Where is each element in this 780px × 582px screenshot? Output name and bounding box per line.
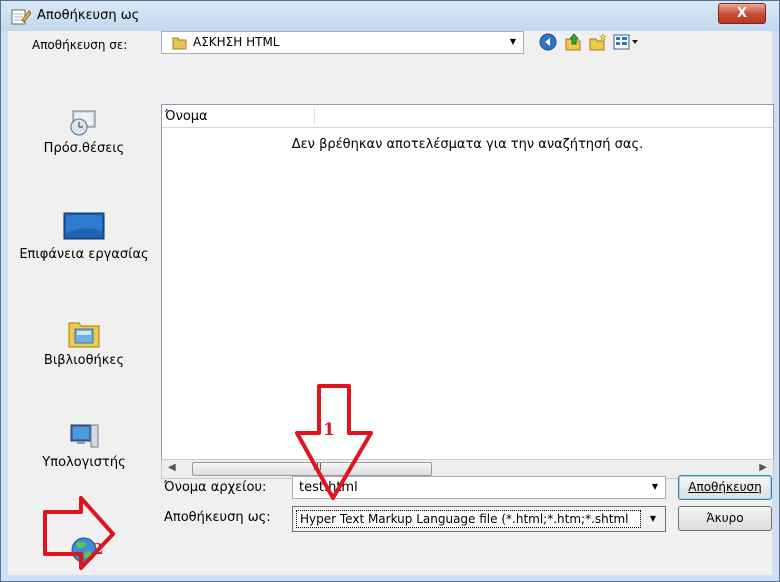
save-as-type-dropdown[interactable]: Hyper Text Markup Language file (*.html;… [292, 506, 666, 532]
place-label: Πρόσ.θέσεις [43, 141, 125, 156]
folder-icon [172, 37, 187, 50]
filename-value: test.html [299, 480, 358, 495]
place-computer[interactable]: Υπολογιστής [16, 421, 152, 470]
place-network[interactable] [16, 535, 152, 569]
column-separator[interactable] [314, 107, 315, 125]
place-recent[interactable]: Πρόσ.θέσεις [16, 107, 152, 156]
places-bar: Πρόσ.θέσεις Επιφάνεια εργασίας Βιβλιοθήκ… [16, 99, 152, 582]
back-icon[interactable] [539, 33, 557, 51]
chevron-down-icon[interactable]: ▼ [507, 36, 519, 48]
place-desktop[interactable]: Επιφάνεια εργασίας [16, 211, 152, 262]
notepad-icon [11, 9, 31, 25]
save-as-type-label: Αποθήκευση ως: [164, 510, 271, 525]
column-name-header[interactable]: Όνομα [165, 109, 208, 124]
save-in-value: ΑΣΚΗΣΗ HTML [193, 35, 280, 49]
place-label: Επιφάνεια εργασίας [19, 247, 149, 262]
save-as-type-focus: Hyper Text Markup Language file (*.html;… [296, 510, 641, 528]
save-as-type-value: Hyper Text Markup Language file (*.html;… [300, 512, 629, 526]
cancel-button[interactable]: Άκυρο [678, 506, 772, 531]
close-icon: X [736, 6, 748, 21]
scroll-right-icon[interactable]: ▶ [759, 462, 767, 473]
views-menu-icon[interactable] [613, 33, 641, 51]
save-in-dropdown[interactable]: ΑΣΚΗΣΗ HTML ▼ [161, 31, 524, 54]
title-bar[interactable]: Αποθήκευση ως X [1, 1, 779, 31]
desktop-icon [63, 212, 105, 240]
filename-label: Όνομα αρχείου: [164, 480, 267, 495]
place-label: Βιβλιοθήκες [43, 353, 125, 368]
annotation-label-1: 1 [323, 420, 335, 440]
dialog-title: Αποθήκευση ως [37, 8, 140, 23]
computer-icon [70, 424, 99, 448]
up-folder-icon[interactable] [564, 33, 582, 51]
cancel-button-label: Άκυρο [706, 511, 744, 525]
annotation-label-2: 2 [93, 540, 104, 558]
recent-places-icon [70, 110, 96, 136]
scroll-grip: III [313, 462, 322, 473]
save-as-dialog: Αποθήκευση ως X Αποθήκευση σε: ΑΣΚΗΣΗ HT… [0, 0, 780, 582]
close-button[interactable]: X [718, 3, 766, 24]
empty-results-message: Δεν βρέθηκαν αποτελέσματα για την αναζήτ… [291, 137, 644, 152]
save-in-label: Αποθήκευση σε: [32, 38, 128, 52]
scroll-left-icon[interactable]: ◀ [168, 462, 176, 473]
place-libraries[interactable]: Βιβλιοθήκες [16, 317, 152, 368]
new-folder-icon[interactable] [589, 33, 607, 51]
column-header[interactable]: Όνομα [162, 105, 773, 128]
libraries-icon [68, 322, 100, 348]
place-label: Υπολογιστής [42, 455, 126, 470]
filename-field[interactable]: test.html ▼ [292, 476, 666, 499]
file-list[interactable]: Όνομα Δεν βρέθηκαν αποτελέσματα για την … [161, 104, 774, 471]
scrollbar-thumb[interactable]: III [192, 462, 432, 476]
save-button-label: Αποθήκευση [688, 480, 762, 494]
chevron-down-icon[interactable]: ▼ [649, 480, 661, 494]
save-button[interactable]: Αποθήκευση [678, 475, 772, 500]
chevron-down-icon[interactable]: ▼ [647, 512, 659, 526]
